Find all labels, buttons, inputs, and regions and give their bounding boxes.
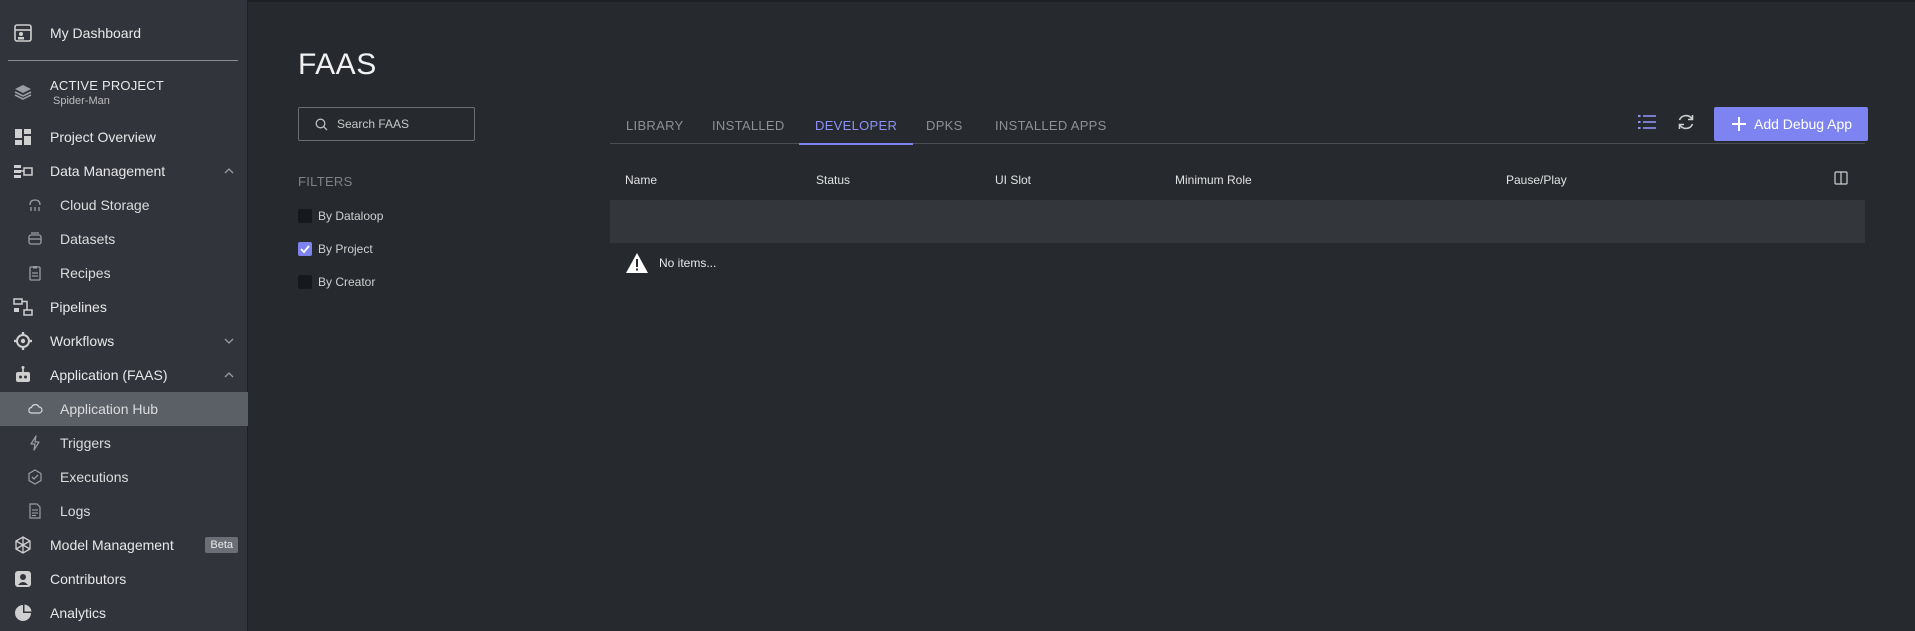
sidebar-item-label: Analytics	[50, 605, 107, 621]
recipes-icon	[27, 265, 43, 281]
page-title: FAAS	[298, 48, 377, 81]
sidebar-item-analytics[interactable]: Analytics	[0, 596, 248, 630]
refresh-icon[interactable]	[1675, 111, 1697, 133]
contributors-icon	[13, 569, 33, 589]
filter-label: By Project	[318, 242, 373, 256]
filter-by-creator[interactable]: By Creator	[298, 274, 375, 290]
sidebar-item-cloud-storage[interactable]: Cloud Storage	[0, 188, 248, 222]
active-project[interactable]: ACTIVE PROJECT Spider-Man	[0, 72, 248, 112]
empty-state: No items...	[625, 252, 716, 274]
cloud-storage-icon	[27, 197, 43, 213]
sidebar-item-recipes[interactable]: Recipes	[0, 256, 248, 290]
sidebar-item-datasets[interactable]: Datasets	[0, 222, 248, 256]
sidebar-item-label: Logs	[60, 503, 91, 519]
filter-label: By Creator	[318, 275, 376, 289]
sidebar-item-label: Pipelines	[50, 299, 107, 315]
column-header-minimum-role[interactable]: Minimum Role	[1175, 173, 1252, 187]
workflows-icon	[13, 331, 33, 351]
sidebar-item-logs[interactable]: Logs	[0, 494, 248, 528]
pie-chart-icon	[13, 603, 33, 623]
active-project-label: ACTIVE PROJECT	[50, 78, 165, 93]
sidebar-item-label: Executions	[60, 469, 129, 485]
table-empty-row	[610, 200, 1865, 243]
checkbox[interactable]	[298, 275, 312, 289]
layers-icon	[13, 82, 33, 102]
empty-message: No items...	[659, 256, 717, 270]
filter-label: By Dataloop	[318, 209, 384, 223]
sidebar-item-label: My Dashboard	[50, 25, 142, 41]
active-project-name: Spider-Man	[53, 95, 110, 107]
add-debug-app-label: Add Debug App	[1754, 116, 1853, 132]
sidebar-item-label: Datasets	[60, 231, 116, 247]
search-box[interactable]	[298, 107, 475, 141]
column-header-name[interactable]: Name	[625, 173, 657, 187]
executions-icon	[27, 469, 43, 485]
add-debug-app-button[interactable]: Add Debug App	[1714, 107, 1868, 141]
filter-by-project[interactable]: By Project	[298, 241, 373, 257]
sidebar-item-contributors[interactable]: Contributors	[0, 562, 248, 596]
tab-developer[interactable]: DEVELOPER	[798, 118, 914, 145]
beta-badge: Beta	[205, 537, 238, 553]
data-icon	[13, 161, 33, 181]
sidebar-item-label: Model Management	[50, 537, 174, 553]
sidebar-item-label: Contributors	[50, 571, 127, 587]
dashboard-icon	[13, 23, 33, 43]
column-header-pause-play[interactable]: Pause/Play	[1506, 173, 1567, 187]
chevron-up-icon[interactable]	[224, 370, 234, 380]
sidebar-item-project-overview[interactable]: Project Overview	[0, 120, 248, 154]
datasets-icon	[27, 231, 43, 247]
sidebar-item-data-management[interactable]: Data Management	[0, 154, 248, 188]
sidebar: My Dashboard ACTIVE PROJECT Spider-Man P…	[0, 0, 248, 631]
application-icon	[13, 365, 33, 385]
checkbox-checked[interactable]	[298, 242, 312, 256]
columns-toggle-icon[interactable]	[1834, 171, 1848, 185]
check-icon	[300, 245, 310, 254]
sidebar-item-label: Project Overview	[50, 129, 156, 145]
chevron-down-icon[interactable]	[224, 336, 234, 346]
search-input[interactable]	[337, 114, 467, 134]
sidebar-item-application-hub[interactable]: Application Hub	[0, 392, 248, 426]
tab-library[interactable]: LIBRARY	[626, 118, 684, 144]
tab-installed-apps[interactable]: INSTALLED APPS	[995, 118, 1107, 144]
sidebar-item-label: Cloud Storage	[60, 197, 150, 213]
sidebar-item-triggers[interactable]: Triggers	[0, 426, 248, 460]
search-icon	[315, 118, 328, 131]
sidebar-item-workflows[interactable]: Workflows	[0, 324, 248, 358]
sidebar-item-label: Triggers	[60, 435, 111, 451]
tab-dpks[interactable]: DPKS	[926, 118, 963, 144]
plus-icon	[1732, 117, 1746, 131]
warning-icon	[626, 253, 648, 273]
sidebar-item-model-management[interactable]: Model Management Beta	[0, 528, 248, 562]
bolt-icon	[27, 435, 43, 451]
sidebar-item-label: Data Management	[50, 163, 166, 179]
pipelines-icon	[13, 297, 33, 317]
tab-installed[interactable]: INSTALLED	[712, 118, 785, 144]
column-header-status[interactable]: Status	[816, 173, 850, 187]
sidebar-item-label: Application Hub	[60, 401, 159, 417]
model-icon	[13, 535, 33, 555]
grid-icon	[13, 127, 33, 147]
checkbox[interactable]	[298, 209, 312, 223]
sidebar-item-label: Recipes	[60, 265, 111, 281]
chevron-up-icon[interactable]	[224, 166, 234, 176]
filter-by-dataloop[interactable]: By Dataloop	[298, 208, 383, 224]
column-header-ui-slot[interactable]: UI Slot	[995, 173, 1031, 187]
sidebar-item-my-dashboard[interactable]: My Dashboard	[0, 16, 248, 50]
logs-icon	[27, 503, 43, 519]
filters-heading: FILTERS	[298, 174, 353, 189]
sidebar-item-pipelines[interactable]: Pipelines	[0, 290, 248, 324]
top-bar-line	[0, 0, 1915, 2]
sidebar-item-label: Workflows	[50, 333, 115, 349]
cloud-icon	[27, 401, 43, 417]
sidebar-item-executions[interactable]: Executions	[0, 460, 248, 494]
list-view-icon[interactable]	[1636, 111, 1658, 133]
sidebar-item-application-faas[interactable]: Application (FAAS)	[0, 358, 248, 392]
sidebar-item-label: Application (FAAS)	[50, 367, 168, 383]
sidebar-divider	[8, 60, 238, 61]
